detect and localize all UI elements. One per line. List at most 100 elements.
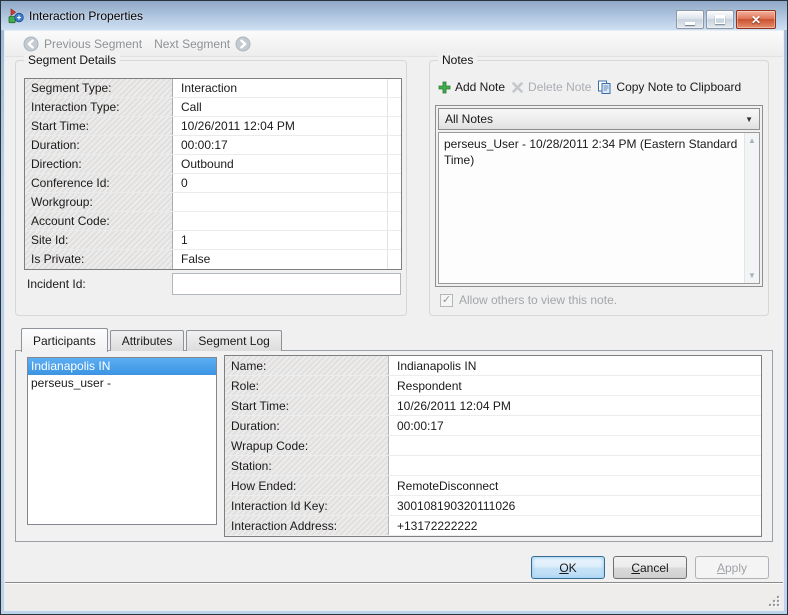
delete-icon — [511, 81, 524, 94]
note-scrollbar[interactable]: ▲ ▼ — [744, 133, 759, 283]
notes-group: Notes Add Note Delete Note — [429, 60, 769, 316]
participant-list-item[interactable]: Indianapolis IN — [28, 358, 216, 375]
title-bar[interactable]: Interaction Properties ✕ — [1, 1, 787, 30]
tab-strip: Participants Attributes Segment Log — [21, 328, 284, 351]
delete-note-button[interactable]: Delete Note — [511, 80, 591, 94]
segment-detail-value: 10/26/2011 12:04 PM — [173, 117, 387, 135]
add-note-label: Add Note — [455, 80, 505, 94]
notes-filter-value: All Notes — [445, 112, 745, 126]
segment-details-group: Segment Details Segment Type: Interactio… — [15, 60, 407, 316]
interaction-properties-window: Interaction Properties ✕ Previous Segmen… — [0, 0, 788, 615]
segment-detail-label: Interaction Type: — [25, 98, 173, 116]
copy-note-label: Copy Note to Clipboard — [616, 80, 741, 94]
note-text: perseus_User - 10/28/2011 2:34 PM (Easte… — [439, 133, 744, 283]
allow-others-label: Allow others to view this note. — [459, 293, 617, 307]
segment-detail-spacer — [387, 174, 401, 192]
participant-detail-row: Interaction Id Key: 300108190320111026 — [225, 496, 761, 516]
segment-detail-value — [173, 212, 387, 230]
participant-detail-value — [389, 456, 761, 475]
segment-detail-row: Is Private: False — [25, 250, 401, 269]
participant-detail-label: Name: — [225, 356, 389, 375]
window-title: Interaction Properties — [29, 9, 143, 23]
segment-detail-spacer — [387, 79, 401, 97]
status-bar — [5, 582, 783, 610]
cancel-label: Cancel — [631, 561, 668, 575]
participant-detail-label: Start Time: — [225, 396, 389, 415]
tab[interactable]: Segment Log — [186, 330, 281, 351]
participant-detail-value: RemoteDisconnect — [389, 476, 761, 495]
segment-detail-row: Site Id: 1 — [25, 231, 401, 250]
tab-label: Attributes — [122, 334, 173, 348]
participant-detail-value: Respondent — [389, 376, 761, 395]
notes-title: Notes — [438, 53, 477, 67]
add-note-button[interactable]: Add Note — [438, 80, 505, 94]
segment-detail-row: Workgroup: — [25, 193, 401, 212]
note-text-area[interactable]: perseus_User - 10/28/2011 2:34 PM (Easte… — [438, 132, 760, 284]
next-arrow-icon — [235, 36, 251, 52]
previous-arrow-icon — [23, 36, 39, 52]
segment-detail-label: Is Private: — [25, 250, 173, 269]
maximize-button[interactable] — [706, 10, 734, 29]
segment-detail-label: Direction: — [25, 155, 173, 173]
segment-detail-value: Outbound — [173, 155, 387, 173]
next-segment-button[interactable]: Next Segment — [154, 36, 251, 52]
segment-detail-row: Segment Type: Interaction — [25, 79, 401, 98]
segment-details-table: Segment Type: Interaction Interaction Ty… — [24, 78, 402, 270]
participant-detail-row: Wrapup Code: — [225, 436, 761, 456]
notes-filter-dropdown[interactable]: All Notes ▼ — [438, 108, 760, 130]
segment-detail-spacer — [387, 250, 401, 269]
tab-label: Segment Log — [198, 334, 269, 348]
segment-detail-label: Start Time: — [25, 117, 173, 135]
minimize-button[interactable] — [676, 10, 704, 29]
segment-detail-spacer — [387, 136, 401, 154]
segment-detail-row: Account Code: — [25, 212, 401, 231]
incident-id-label: Incident Id: — [27, 277, 172, 291]
segment-detail-spacer — [387, 155, 401, 173]
add-icon — [438, 81, 451, 94]
incident-id-input[interactable] — [172, 273, 401, 295]
scroll-up-icon[interactable]: ▲ — [745, 133, 759, 148]
dialog-client-area: Previous Segment Next Segment Segment De… — [5, 31, 783, 610]
participant-detail-label: Interaction Id Key: — [225, 496, 389, 515]
segment-details-title: Segment Details — [24, 53, 120, 67]
segment-detail-spacer — [387, 98, 401, 116]
segment-detail-spacer — [387, 231, 401, 249]
notes-toolbar: Add Note Delete Note Copy Note to Clipbo… — [438, 77, 764, 97]
segment-detail-label: Workgroup: — [25, 193, 173, 211]
incident-id-row: Incident Id: — [27, 272, 401, 296]
segment-detail-spacer — [387, 212, 401, 230]
copy-icon — [597, 80, 612, 94]
resize-grip[interactable] — [768, 595, 781, 608]
participant-detail-row: Name: Indianapolis IN — [225, 356, 761, 376]
segment-detail-value — [173, 193, 387, 211]
participant-detail-label: Role: — [225, 376, 389, 395]
segment-detail-label: Conference Id: — [25, 174, 173, 192]
previous-segment-button[interactable]: Previous Segment — [23, 36, 142, 52]
participant-detail-value: 300108190320111026 — [389, 496, 761, 515]
dropdown-arrow-icon: ▼ — [745, 115, 753, 124]
segment-detail-value: False — [173, 250, 387, 269]
participant-name: perseus_user - — [31, 376, 111, 390]
close-button[interactable]: ✕ — [736, 10, 776, 29]
participant-detail-row: Role: Respondent — [225, 376, 761, 396]
participant-detail-value: 10/26/2011 12:04 PM — [389, 396, 761, 415]
segment-detail-value: Call — [173, 98, 387, 116]
segment-detail-row: Duration: 00:00:17 — [25, 136, 401, 155]
tab-label: Participants — [33, 334, 96, 348]
cancel-button[interactable]: Cancel — [613, 556, 687, 579]
tab[interactable]: Attributes — [110, 330, 185, 351]
copy-note-button[interactable]: Copy Note to Clipboard — [597, 80, 741, 94]
apply-button[interactable]: Apply — [695, 556, 769, 579]
participant-list-item[interactable]: perseus_user - — [28, 375, 216, 392]
participant-name: Indianapolis IN — [31, 359, 110, 373]
participant-detail-value: 00:00:17 — [389, 416, 761, 435]
tab[interactable]: Participants — [21, 328, 108, 352]
segment-detail-label: Segment Type: — [25, 79, 173, 97]
maximize-icon — [715, 15, 725, 24]
segment-detail-value: 00:00:17 — [173, 136, 387, 154]
previous-segment-label: Previous Segment — [44, 37, 142, 51]
allow-others-checkbox[interactable]: ✓ — [440, 294, 453, 307]
participant-detail-label: Interaction Address: — [225, 516, 389, 535]
scroll-down-icon[interactable]: ▼ — [745, 268, 759, 283]
ok-button[interactable]: OK — [531, 556, 605, 579]
